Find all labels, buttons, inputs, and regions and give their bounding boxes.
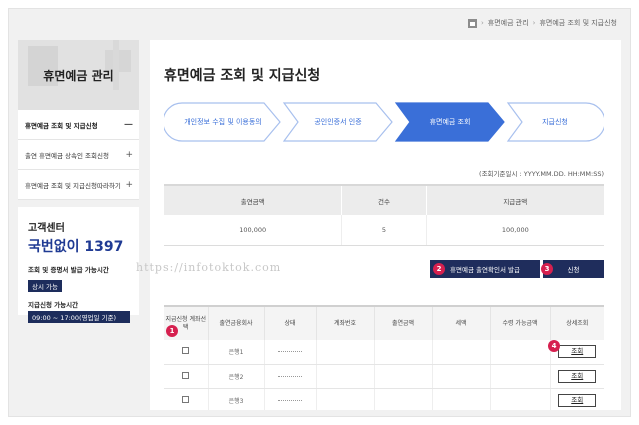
sidebar-item-heir-inquiry[interactable]: 출연 휴면예금 상속인 조회신청 + [18, 140, 139, 170]
plus-icon: + [125, 179, 133, 190]
main-content: 휴면예금 조회 및 지급신청 개인정보 수집 및 이용동의 공인인증서 인증 휴… [150, 40, 621, 410]
bank-name: 은행3 [207, 388, 264, 410]
callout-badge-3: 3 [541, 263, 553, 275]
detail-table: 지급신청 계좌선택 출연금융회사 상태 계좌번호 출연금액 세액 수령 가능금액… [164, 305, 604, 410]
plus-icon: + [125, 149, 133, 160]
sidebar-item-guide[interactable]: 휴면예금 조회 및 지급신청따라하기 + [18, 170, 139, 200]
callout-badge-1: 1 [166, 325, 178, 337]
account-select-checkbox[interactable] [182, 371, 190, 379]
sidebar-item-inquiry-apply[interactable]: 휴면예금 조회 및 지급신청 — [18, 110, 139, 140]
breadcrumb: › 휴면예금 관리 › 휴면예금 조회 및 지급신청 [467, 18, 617, 28]
breadcrumb-item[interactable]: 휴면예금 관리 [488, 18, 529, 28]
detail-header: 출연금액 [373, 306, 432, 340]
summary-table: 출연금액 건수 지급금액 100,000 5 100,000 [164, 184, 604, 246]
masked-status [278, 375, 302, 378]
detail-header: 계좌번호 [315, 306, 374, 340]
step-inquiry: 휴면예금 조회 [394, 102, 506, 142]
detail-header: 상세조회 [549, 306, 604, 340]
hours-value: 상시 가능 [28, 280, 62, 292]
masked-status [278, 399, 302, 402]
step-certificate: 공인인증서 인증 [282, 102, 394, 142]
inquiry-timestamp: (조회기준일시 : YYYY.MM.DD. HH:MM:SS) [479, 170, 604, 178]
hours-label: 조회 및 증명서 발급 가능시간 [28, 266, 109, 274]
detail-header: 상태 [263, 306, 316, 340]
summary-value: 100,000 [164, 215, 342, 246]
sidebar-header: 휴면예금 관리 [18, 40, 139, 110]
customer-center-number: 국번없이 1397 [28, 239, 124, 255]
view-detail-button[interactable]: 조회 [558, 345, 597, 359]
detail-header: 수령 가능금액 [489, 306, 550, 340]
summary-value: 100,000 [425, 215, 604, 246]
detail-header: 출연금융회사 [207, 306, 264, 340]
summary-value: 5 [341, 215, 427, 246]
summary-header: 지급금액 [425, 185, 604, 215]
payment-label: 지급신청 가능시간 [28, 301, 79, 309]
watermark: https://infotoktok.com [136, 261, 282, 274]
table-row: 은행1 조회 [164, 340, 604, 365]
breadcrumb-item[interactable]: 휴면예금 조회 및 지급신청 [539, 18, 617, 28]
customer-center-title: 고객센터 [28, 223, 65, 234]
detail-header: 세액 [431, 306, 490, 340]
table-row: 은행2 조회 [164, 364, 604, 389]
account-select-checkbox[interactable] [182, 395, 190, 403]
minus-icon: — [124, 119, 133, 130]
step-indicator: 개인정보 수집 및 이용동의 공인인증서 인증 휴면예금 조회 지급신청 [164, 102, 604, 142]
masked-status [278, 351, 302, 353]
sidebar-menu: 휴면예금 조회 및 지급신청 — 출연 휴면예금 상속인 조회신청 + 휴면예금… [18, 110, 139, 200]
summary-header: 출연금액 [164, 185, 342, 215]
payment-value: 09:00 ~ 17:00(영업일 기준) [28, 311, 130, 323]
sidebar: 휴면예금 관리 휴면예금 조회 및 지급신청 — 출연 휴면예금 상속인 조회신… [18, 40, 139, 200]
page-title: 휴면예금 조회 및 지급신청 [164, 68, 321, 84]
summary-header: 건수 [341, 185, 427, 215]
customer-center-box: 고객센터 국번없이 1397 조회 및 증명서 발급 가능시간 상시 가능 지급… [18, 207, 139, 323]
step-consent: 개인정보 수집 및 이용동의 [164, 102, 282, 142]
table-row: 은행3 조회 [164, 388, 604, 410]
issue-certificate-button[interactable]: 휴면예금 출연확인서 발급 [430, 260, 540, 278]
sidebar-title: 휴면예금 관리 [43, 68, 114, 83]
home-icon[interactable] [467, 18, 477, 28]
account-select-checkbox[interactable] [182, 347, 190, 355]
bank-name: 은행2 [207, 364, 264, 389]
view-detail-button[interactable]: 조회 [558, 393, 597, 407]
callout-badge-2: 2 [433, 263, 445, 275]
step-apply: 지급신청 [506, 102, 604, 142]
callout-badge-4: 4 [548, 340, 560, 352]
bank-name: 은행1 [207, 340, 264, 365]
view-detail-button[interactable]: 조회 [558, 369, 597, 383]
